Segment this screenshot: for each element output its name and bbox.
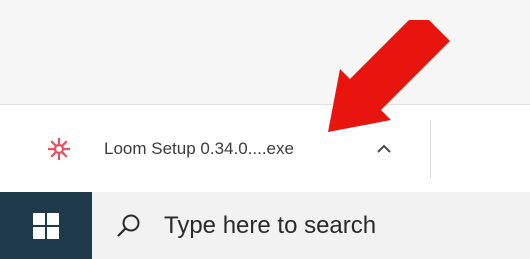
windows-logo-icon <box>33 212 59 239</box>
windows-taskbar: Type here to search <box>0 192 530 259</box>
search-icon <box>117 214 140 237</box>
start-button[interactable] <box>0 192 92 259</box>
red-arrow-icon <box>328 20 450 132</box>
chevron-up-icon[interactable] <box>372 139 396 159</box>
download-file-name: Loom Setup 0.34.0....exe <box>104 139 294 158</box>
loom-logo-icon <box>48 138 70 160</box>
search-placeholder: Type here to search <box>164 211 377 239</box>
taskbar-search-box[interactable]: Type here to search <box>92 192 530 259</box>
